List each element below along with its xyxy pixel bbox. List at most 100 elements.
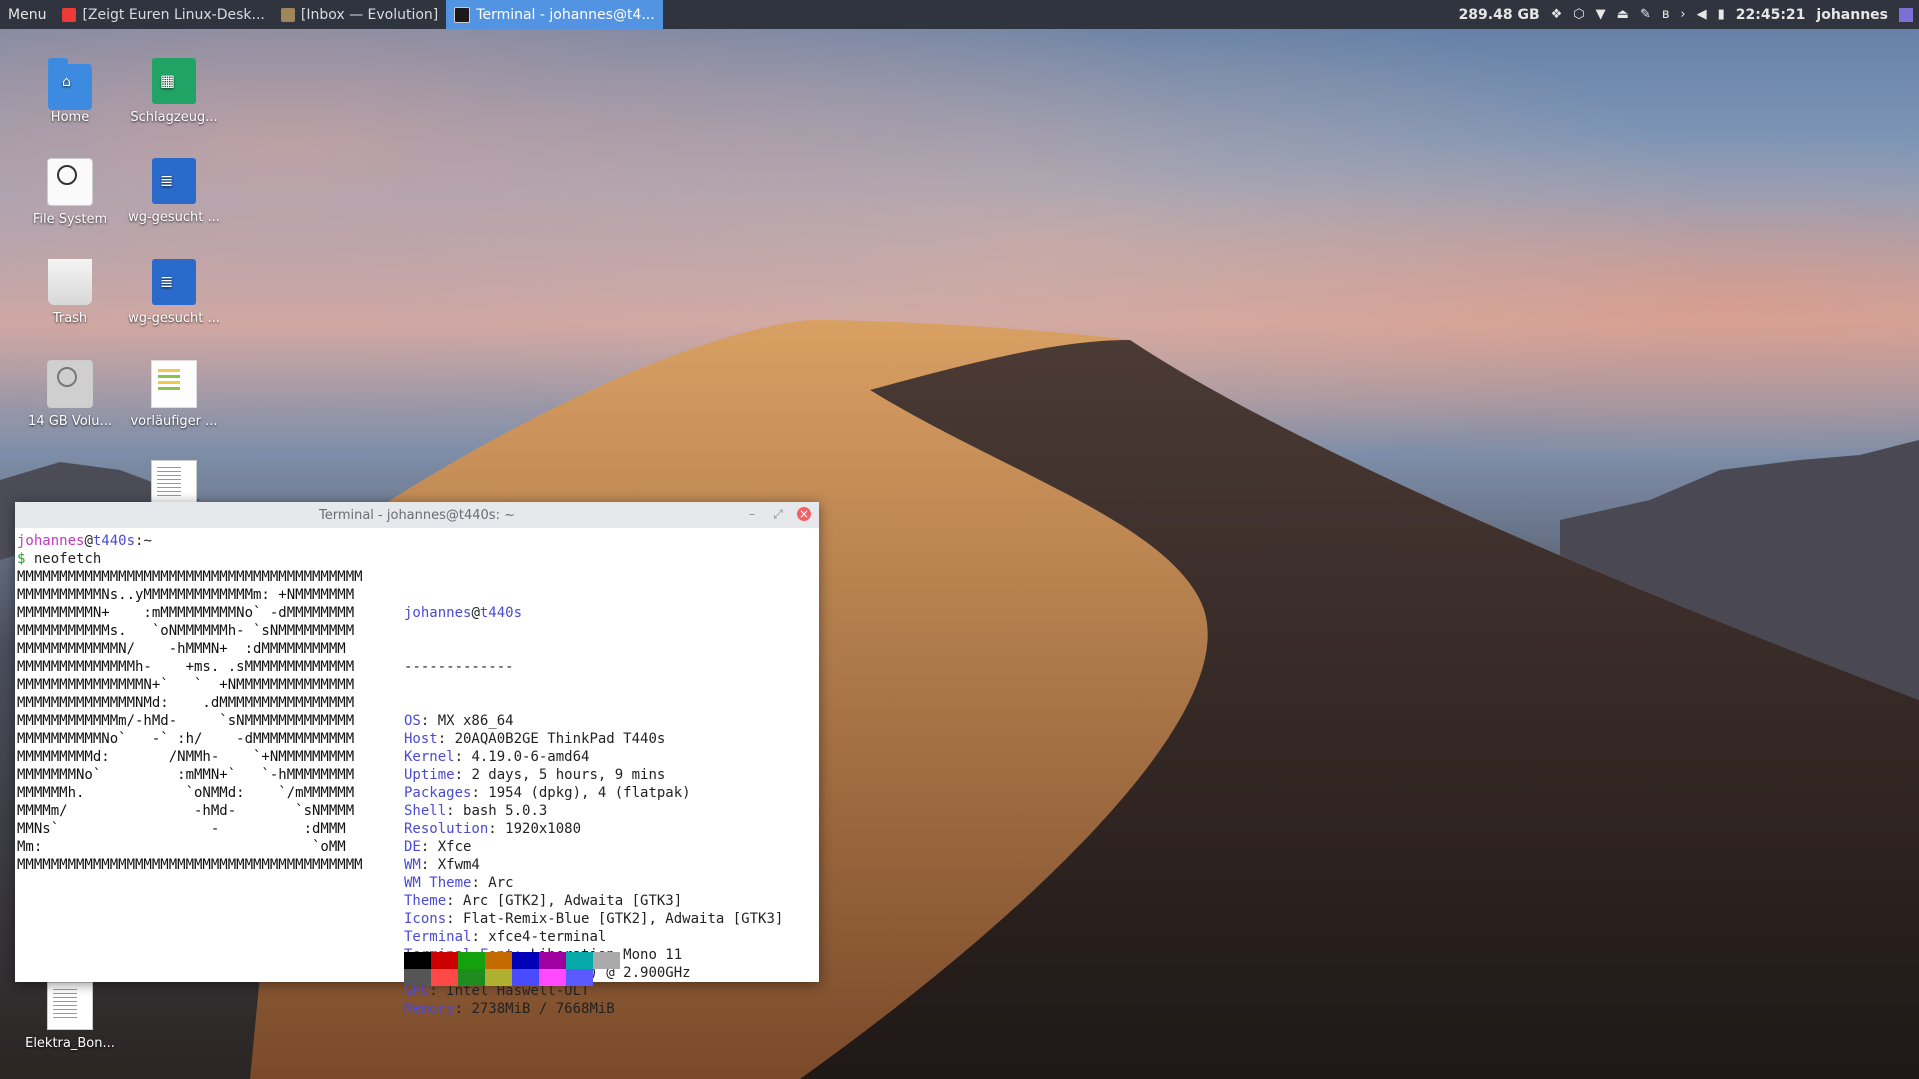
info-key: WM bbox=[404, 857, 421, 873]
info-row: Kernel: 4.19.0-6-amd64 bbox=[404, 749, 590, 765]
drive-icon bbox=[47, 158, 93, 206]
desktop-icon-file-system[interactable]: File System bbox=[20, 158, 120, 227]
info-key: Kernel bbox=[404, 749, 455, 765]
prompt-user: johannes bbox=[17, 533, 85, 549]
window-titlebar[interactable]: Terminal - johannes@t440s: ~ – ⤢ × bbox=[15, 502, 819, 528]
taskbar-item-browser[interactable]: [Zeigt Euren Linux-Desk... bbox=[54, 0, 272, 29]
info-value: 20AQA0B2GE ThinkPad T440s bbox=[454, 731, 666, 747]
wifi-icon[interactable]: ▼ bbox=[1596, 7, 1606, 22]
home-folder-icon: ⌂ bbox=[48, 58, 92, 110]
terminal-output[interactable]: johannes@t440s:~ $ neofetch MMMMMMMMMMMM… bbox=[15, 528, 819, 1017]
color-swatch bbox=[566, 952, 593, 969]
info-key: Resolution bbox=[404, 821, 489, 837]
info-value: 1954 (dpkg), 4 (flatpak) bbox=[488, 785, 691, 801]
color-palette bbox=[404, 952, 620, 986]
desktop-icon-home[interactable]: ⌂ Home bbox=[20, 58, 120, 125]
prompt-path: :~ bbox=[135, 533, 152, 549]
info-key: WM Theme bbox=[404, 875, 472, 891]
info-at: @ bbox=[471, 605, 480, 621]
volume-icon[interactable]: ◀ bbox=[1697, 7, 1707, 22]
info-row: Memory: 2738MiB / 7668MiB bbox=[404, 1001, 615, 1017]
spreadsheet-icon: ▦ bbox=[152, 58, 196, 104]
info-row: Resolution: 1920x1080 bbox=[404, 821, 582, 837]
info-key: Theme bbox=[404, 893, 447, 909]
dropbox-icon[interactable]: ❖ bbox=[1551, 7, 1563, 22]
desktop-icon-label: Home bbox=[50, 110, 90, 125]
desktop-icon-wg-gesucht-2[interactable]: ≣ wg-gesucht ... bbox=[124, 259, 224, 326]
color-swatch bbox=[404, 952, 431, 969]
battery-icon[interactable]: ▮ bbox=[1718, 7, 1725, 22]
info-row: Theme: Arc [GTK2], Adwaita [GTK3] bbox=[404, 893, 683, 909]
clipboard-icon[interactable]: ✎ bbox=[1640, 7, 1651, 22]
info-row: Host: 20AQA0B2GE ThinkPad T440s bbox=[404, 731, 666, 747]
desktop-icon-wg-gesucht-1[interactable]: ≣ wg-gesucht ... bbox=[124, 158, 224, 225]
color-swatch bbox=[485, 952, 512, 969]
info-value: Flat-Remix-Blue [GTK2], Adwaita [GTK3] bbox=[463, 911, 784, 927]
disk-free-indicator[interactable]: 289.48 GB bbox=[1459, 7, 1540, 23]
bluetooth-icon[interactable]: ʙ bbox=[1662, 7, 1670, 22]
info-key: Packages bbox=[404, 785, 472, 801]
distro-ascii-logo: MMMMMMMMMMMMMMMMMMMMMMMMMMMMMMMMMMMMMMMM… bbox=[17, 569, 363, 873]
show-desktop-icon[interactable] bbox=[1899, 7, 1913, 22]
info-value: 2738MiB / 7668MiB bbox=[471, 1001, 615, 1017]
color-swatch bbox=[404, 969, 431, 986]
image-document-icon bbox=[151, 360, 197, 408]
desktop-icon-schlagzeug[interactable]: ▦ Schlagzeug... bbox=[124, 58, 224, 125]
info-value: MX x86_64 bbox=[437, 713, 514, 729]
terminal-icon bbox=[454, 6, 471, 23]
desktop-icon-label: File System bbox=[32, 212, 108, 227]
chevron-right-icon[interactable]: › bbox=[1680, 7, 1685, 22]
color-swatch bbox=[458, 969, 485, 986]
top-panel: Menu [Zeigt Euren Linux-Desk... [Inbox —… bbox=[0, 0, 1919, 29]
info-key: Shell bbox=[404, 803, 447, 819]
taskbar-item-label: [Inbox — Evolution] bbox=[300, 6, 439, 23]
maximize-button[interactable]: ⤢ bbox=[771, 507, 785, 521]
info-host: t440s bbox=[479, 605, 523, 621]
info-value: Arc bbox=[488, 875, 514, 891]
color-swatch bbox=[512, 969, 539, 986]
info-separator: ------------- bbox=[404, 659, 514, 675]
desktop-icon-14gb-volume[interactable]: 14 GB Volu... bbox=[20, 360, 120, 429]
close-button[interactable]: × bbox=[797, 507, 811, 521]
minimize-button[interactable]: – bbox=[745, 507, 759, 521]
info-key: DE bbox=[404, 839, 421, 855]
desktop-icon-label: wg-gesucht ... bbox=[128, 311, 220, 326]
color-swatch bbox=[512, 952, 539, 969]
color-swatch bbox=[458, 952, 485, 969]
taskbar-item-evolution[interactable]: [Inbox — Evolution] bbox=[273, 0, 446, 29]
desktop-icon-label: Trash bbox=[52, 311, 88, 326]
info-value: bash 5.0.3 bbox=[463, 803, 548, 819]
color-swatch bbox=[539, 952, 566, 969]
desktop-icon-trash[interactable]: Trash bbox=[20, 259, 120, 326]
desktop-icon-label: vorläufiger ... bbox=[130, 414, 218, 429]
taskbar-item-terminal[interactable]: Terminal - johannes@t4... bbox=[446, 0, 663, 29]
info-value: Xfce bbox=[437, 839, 472, 855]
info-row: OS: MX x86_64 bbox=[404, 713, 514, 729]
taskbar-item-label: Terminal - johannes@t4... bbox=[476, 6, 655, 23]
info-row: Uptime: 2 days, 5 hours, 9 mins bbox=[404, 767, 666, 783]
info-value: 2 days, 5 hours, 9 mins bbox=[471, 767, 666, 783]
text-file-icon bbox=[151, 460, 197, 508]
info-row: WM Theme: Arc bbox=[404, 875, 514, 891]
desktop-icon-elektra[interactable]: Elektra_Bon... bbox=[20, 982, 120, 1051]
command-line: $ neofetch bbox=[17, 550, 817, 568]
package-updates-icon[interactable]: ⬡ bbox=[1573, 7, 1584, 22]
info-row: Icons: Flat-Remix-Blue [GTK2], Adwaita [… bbox=[404, 911, 784, 927]
eject-icon[interactable]: ⏏ bbox=[1617, 7, 1629, 22]
desktop-icon-label: wg-gesucht ... bbox=[128, 210, 220, 225]
evolution-icon bbox=[280, 7, 295, 22]
clock[interactable]: 22:45:21 bbox=[1736, 7, 1806, 23]
info-value: 1920x1080 bbox=[505, 821, 582, 837]
prompt-line: johannes@t440s:~ bbox=[17, 532, 817, 550]
user-menu[interactable]: johannes bbox=[1816, 7, 1888, 23]
info-row: DE: Xfce bbox=[404, 839, 472, 855]
terminal-window[interactable]: Terminal - johannes@t440s: ~ – ⤢ × johan… bbox=[15, 502, 819, 1017]
menu-button[interactable]: Menu bbox=[0, 7, 54, 23]
desktop-icon-label: 14 GB Volu... bbox=[28, 414, 112, 429]
info-key: Uptime bbox=[404, 767, 455, 783]
info-value: Arc [GTK2], Adwaita [GTK3] bbox=[463, 893, 683, 909]
desktop-icon-vorlaeufiger[interactable]: vorläufiger ... bbox=[124, 360, 224, 429]
info-value: Xfwm4 bbox=[437, 857, 480, 873]
info-key: Terminal bbox=[404, 929, 472, 945]
info-row: WM: Xfwm4 bbox=[404, 857, 480, 873]
